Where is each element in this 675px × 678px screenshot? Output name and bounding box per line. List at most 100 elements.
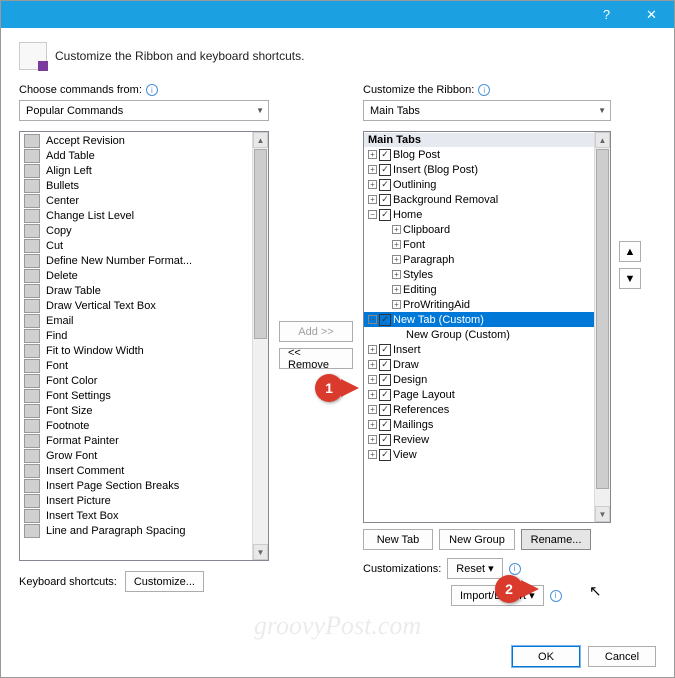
list-item[interactable]: Email — [20, 313, 268, 328]
command-icon — [24, 239, 40, 253]
tree-item[interactable]: +Styles — [364, 267, 610, 282]
command-icon — [24, 209, 40, 223]
list-item[interactable]: Define New Number Format... — [20, 253, 268, 268]
list-item[interactable]: Font Settings — [20, 388, 268, 403]
command-icon — [24, 479, 40, 493]
commands-listbox[interactable]: Accept RevisionAdd TableAlign LeftBullet… — [19, 131, 269, 561]
command-icon — [24, 344, 40, 358]
command-icon — [24, 254, 40, 268]
customizations-label: Customizations: — [363, 563, 441, 575]
cancel-button[interactable]: Cancel — [588, 646, 656, 667]
list-item[interactable]: Insert Text Box — [20, 508, 268, 523]
ribbon-icon — [19, 42, 47, 70]
list-item[interactable]: Find — [20, 328, 268, 343]
list-item[interactable]: Font Size▸| — [20, 403, 268, 418]
commands-from-dropdown[interactable]: Popular Commands▼ — [19, 100, 269, 121]
list-item[interactable]: Font▸| — [20, 358, 268, 373]
move-down-button[interactable]: ▼ — [619, 268, 641, 289]
command-icon — [24, 509, 40, 523]
list-item[interactable]: Grow Font — [20, 448, 268, 463]
list-item[interactable]: Change List Level▸| — [20, 208, 268, 223]
new-group-button[interactable]: New Group — [439, 529, 515, 550]
scrollbar[interactable]: ▲ ▼ — [594, 132, 610, 522]
command-icon — [24, 224, 40, 238]
list-item[interactable]: Insert Page Section Breaks▸| — [20, 478, 268, 493]
command-icon — [24, 374, 40, 388]
tree-item[interactable]: −✓Home — [364, 207, 610, 222]
tree-item[interactable]: +✓Design — [364, 372, 610, 387]
tree-item[interactable]: +✓Insert (Blog Post) — [364, 162, 610, 177]
tree-item[interactable]: +✓Background Removal — [364, 192, 610, 207]
command-icon — [24, 269, 40, 283]
tree-item[interactable]: +Clipboard — [364, 222, 610, 237]
list-item[interactable]: Draw Vertical Text Box — [20, 298, 268, 313]
tree-item[interactable]: +✓Draw — [364, 357, 610, 372]
info-icon[interactable]: i — [146, 84, 158, 96]
command-icon — [24, 284, 40, 298]
info-icon[interactable]: i — [478, 84, 490, 96]
tree-item[interactable]: +✓Insert — [364, 342, 610, 357]
command-icon — [24, 434, 40, 448]
move-up-button[interactable]: ▲ — [619, 241, 641, 262]
tree-item[interactable]: +Editing — [364, 282, 610, 297]
tree-item[interactable]: +ProWritingAid — [364, 297, 610, 312]
customize-ribbon-label: Customize the Ribbon: — [363, 84, 474, 96]
command-icon — [24, 149, 40, 163]
customize-keyboard-button[interactable]: Customize... — [125, 571, 204, 592]
ribbon-tree[interactable]: Main Tabs+✓Blog Post+✓Insert (Blog Post)… — [363, 131, 611, 523]
info-icon[interactable]: i — [509, 563, 521, 575]
callout-1: 1 — [315, 374, 343, 402]
header-text: Customize the Ribbon and keyboard shortc… — [55, 49, 304, 63]
list-item[interactable]: Align Left — [20, 163, 268, 178]
scrollbar[interactable]: ▲ ▼ — [252, 132, 268, 560]
tree-item[interactable]: −✓New Tab (Custom) — [364, 312, 610, 327]
command-icon — [24, 299, 40, 313]
tree-item[interactable]: +✓Blog Post — [364, 147, 610, 162]
rename-button[interactable]: Rename... — [521, 529, 591, 550]
list-item[interactable]: Center — [20, 193, 268, 208]
tree-item[interactable]: +✓View — [364, 447, 610, 462]
list-item[interactable]: Bullets▸| — [20, 178, 268, 193]
add-button[interactable]: Add >> — [279, 321, 353, 342]
tree-header: Main Tabs — [364, 133, 610, 147]
new-tab-button[interactable]: New Tab — [363, 529, 433, 550]
list-item[interactable]: Add Table — [20, 148, 268, 163]
reset-dropdown[interactable]: Reset ▾ — [447, 558, 502, 579]
list-item[interactable]: Accept Revision — [20, 133, 268, 148]
command-icon — [24, 359, 40, 373]
command-icon — [24, 464, 40, 478]
command-icon — [24, 449, 40, 463]
command-icon — [24, 134, 40, 148]
keyboard-shortcuts-label: Keyboard shortcuts: — [19, 576, 117, 588]
tree-item[interactable]: +✓Outlining — [364, 177, 610, 192]
list-item[interactable]: Format Painter — [20, 433, 268, 448]
command-icon — [24, 419, 40, 433]
titlebar: ? ✕ — [1, 1, 674, 28]
info-icon[interactable]: i — [550, 590, 562, 602]
tree-item[interactable]: +✓Review — [364, 432, 610, 447]
ok-button[interactable]: OK — [512, 646, 580, 667]
tree-item[interactable]: +Paragraph — [364, 252, 610, 267]
command-icon — [24, 389, 40, 403]
tree-item[interactable]: +Font — [364, 237, 610, 252]
list-item[interactable]: Copy — [20, 223, 268, 238]
command-icon — [24, 314, 40, 328]
callout-2: 2 — [495, 575, 523, 603]
list-item[interactable]: Cut — [20, 238, 268, 253]
list-item[interactable]: Insert Comment — [20, 463, 268, 478]
list-item[interactable]: Draw Table — [20, 283, 268, 298]
tree-item[interactable]: +✓Mailings — [364, 417, 610, 432]
list-item[interactable]: Insert Picture — [20, 493, 268, 508]
list-item[interactable]: Footnote — [20, 418, 268, 433]
list-item[interactable]: Line and Paragraph Spacing▸| — [20, 523, 268, 538]
tree-item[interactable]: +✓Page Layout — [364, 387, 610, 402]
list-item[interactable]: Font Color — [20, 373, 268, 388]
tree-item[interactable]: New Group (Custom) — [364, 327, 610, 342]
command-icon — [24, 329, 40, 343]
list-item[interactable]: Fit to Window Width — [20, 343, 268, 358]
cursor-icon: ↖ — [589, 582, 602, 600]
tree-item[interactable]: +✓References — [364, 402, 610, 417]
ribbon-scope-dropdown[interactable]: Main Tabs▼ — [363, 100, 611, 121]
remove-button[interactable]: << Remove — [279, 348, 353, 369]
list-item[interactable]: Delete — [20, 268, 268, 283]
